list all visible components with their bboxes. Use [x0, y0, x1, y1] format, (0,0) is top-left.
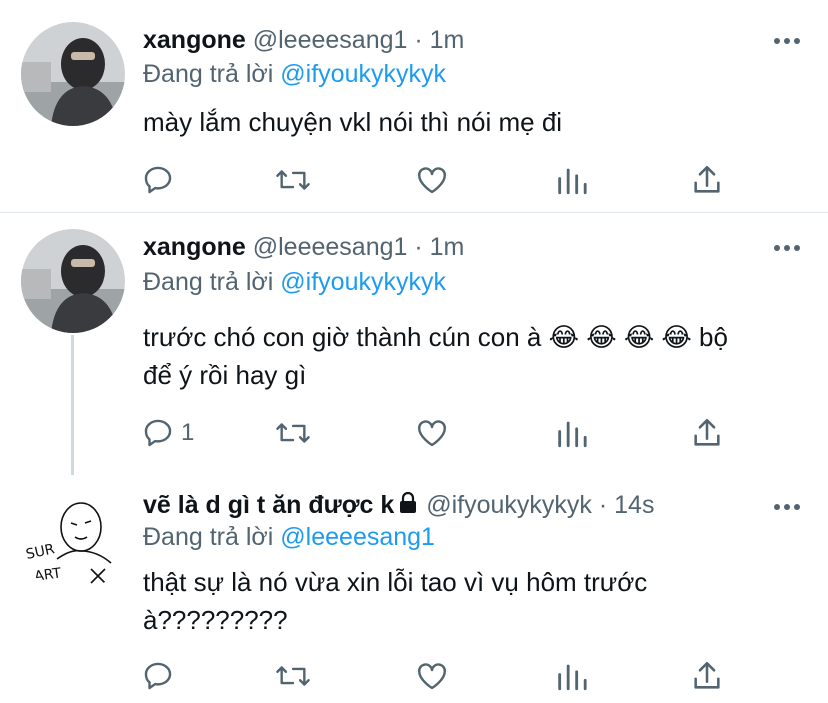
reply-icon [144, 662, 172, 690]
retweet-button[interactable] [274, 413, 312, 453]
display-name[interactable]: xangone [143, 233, 246, 261]
replying-to: Đang trả lời @leeeesang1 [143, 521, 435, 553]
tweet-header: vẽ là d gì t ăn được k @ifyoukykykyk · 14… [143, 489, 654, 523]
more-options-icon[interactable] [772, 34, 802, 48]
mention-link[interactable]: @leeeesang1 [280, 523, 435, 551]
share-button[interactable] [690, 160, 724, 200]
display-name[interactable]: xangone [143, 26, 246, 54]
action-bar [0, 656, 828, 696]
mention-link[interactable]: @ifyoukykykyk [280, 60, 446, 88]
tweet-text-line: à????????? [143, 605, 288, 635]
like-icon [418, 663, 446, 690]
tweet-text: trước chó con giờ thành cún con à 😂 😂 😂 … [143, 318, 803, 394]
share-icon [694, 418, 720, 446]
analytics-button[interactable] [555, 656, 587, 696]
like-icon [418, 420, 446, 447]
avatar[interactable] [21, 229, 125, 333]
retweet-icon [276, 666, 310, 686]
thread-line [71, 335, 74, 475]
like-button[interactable] [414, 160, 450, 200]
analytics-button[interactable] [555, 160, 587, 200]
replying-prefix: Đang trả lời [143, 523, 274, 551]
retweet-button[interactable] [274, 656, 312, 696]
retweet-icon [276, 170, 310, 190]
action-bar [0, 160, 828, 200]
share-button[interactable] [690, 656, 724, 696]
share-icon [694, 661, 720, 689]
tweet-header: xangone @leeeesang1 · 1m [143, 231, 464, 263]
reply-button[interactable]: 1 [141, 413, 194, 453]
tweet-text-line: thật sự là nó vừa xin lỗi tao vì vụ hôm … [143, 567, 648, 597]
more-options-icon[interactable] [772, 241, 802, 255]
replying-prefix: Đang trả lời [143, 60, 274, 88]
replying-to: Đang trả lời @ifyoukykykyk [143, 58, 446, 90]
handle[interactable]: @ifyoukykykyk [426, 491, 592, 519]
reply-icon [144, 166, 172, 194]
mention-link[interactable]: @ifyoukykykyk [280, 268, 446, 296]
analytics-icon [558, 421, 587, 448]
tweet-2[interactable]: xangone @leeeesang1 · 1m Đang trả lời @i… [0, 213, 828, 475]
replying-to: Đang trả lời @ifyoukykykyk [143, 266, 446, 298]
timestamp[interactable]: 1m [430, 233, 465, 261]
share-button[interactable] [690, 413, 724, 453]
retweet-button[interactable] [274, 160, 312, 200]
tweet-1[interactable]: xangone @leeeesang1 · 1m Đang trả lời @i… [0, 0, 828, 212]
analytics-button[interactable] [555, 413, 587, 453]
display-name[interactable]: vẽ là d gì t ăn được k [143, 491, 394, 519]
timestamp[interactable]: 1m [430, 26, 465, 54]
reply-button[interactable] [141, 656, 175, 696]
timestamp[interactable]: 14s [614, 491, 654, 519]
tweet-text-line: để ý rồi hay gì [143, 360, 307, 390]
tweet-text: mày lắm chuyện vkl nói thì nói mẹ đi [143, 107, 563, 137]
separator: · [414, 26, 423, 54]
avatar[interactable]: SUR ART [21, 489, 125, 593]
handle[interactable]: @leeeesang1 [253, 26, 408, 54]
tweet-header: xangone @leeeesang1 · 1m [143, 24, 464, 56]
share-icon [694, 165, 720, 193]
like-button[interactable] [414, 413, 450, 453]
replying-prefix: Đang trả lời [143, 268, 274, 296]
tweet-text: thật sự là nó vừa xin lỗi tao vì vụ hôm … [143, 563, 803, 639]
more-options-icon[interactable] [772, 500, 802, 514]
lock-icon [398, 491, 418, 523]
separator: · [598, 491, 608, 519]
avatar[interactable] [21, 22, 125, 126]
tweet-text-line: trước chó con giờ thành cún con à 😂 😂 😂 … [143, 322, 728, 352]
like-icon [418, 167, 446, 194]
like-button[interactable] [414, 656, 450, 696]
handle[interactable]: @leeeesang1 [253, 233, 408, 261]
tweet-3[interactable]: SUR ART vẽ là d gì t ăn được k @ifyoukyky… [0, 475, 828, 703]
analytics-icon [558, 168, 587, 195]
retweet-icon [276, 423, 310, 443]
action-bar: 1 [0, 413, 828, 453]
reply-button[interactable] [141, 160, 175, 200]
separator: · [414, 233, 423, 261]
reply-count: 1 [181, 419, 195, 446]
reply-icon [144, 419, 172, 447]
analytics-icon [558, 664, 587, 691]
